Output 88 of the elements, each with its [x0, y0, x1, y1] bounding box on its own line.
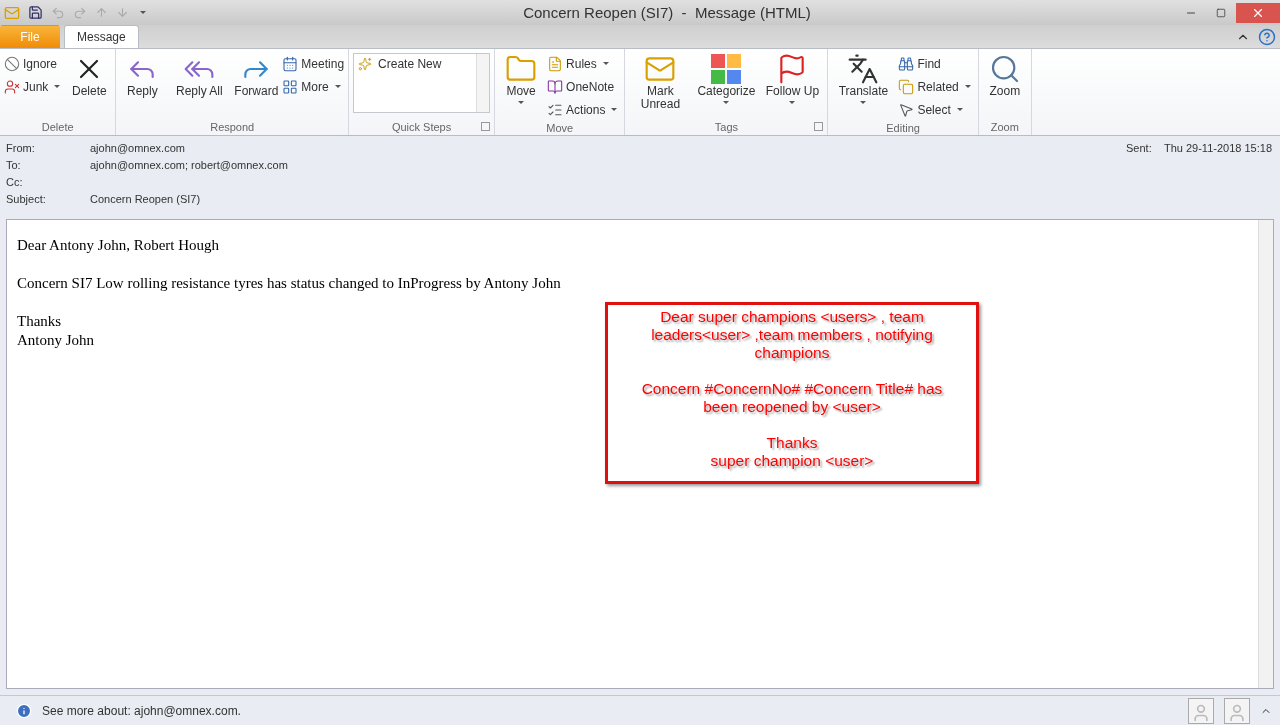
ribbon-button[interactable]: Reply All: [168, 53, 231, 119]
caret-icon: [860, 101, 867, 104]
ribbon-button[interactable]: Forward: [234, 53, 279, 119]
field-label: To:: [6, 159, 22, 173]
field-value: ajohn@omnex.com; robert@omnex.com: [90, 159, 289, 173]
restore-icon: [1216, 7, 1226, 18]
field-value: Concern Reopen (SI7): [90, 193, 202, 207]
body-text: Thanks: [17, 312, 62, 331]
save-icon[interactable]: [28, 5, 43, 20]
translate-icon: [847, 53, 880, 85]
ribbon-button[interactable]: Mark Unread: [629, 53, 692, 119]
ribbon-button[interactable]: Zoom: [982, 53, 1027, 119]
user-remove-icon: [4, 78, 20, 95]
ribbon-button[interactable]: Related: [898, 76, 974, 97]
annotation-text: Concern #ConcernNo# #Concern Title# has been reopened by <user>: [640, 380, 944, 416]
ignore-icon: [4, 55, 20, 72]
ribbon-button[interactable]: Ignore: [4, 53, 64, 74]
caret-icon: [956, 108, 963, 111]
down-arrow-icon[interactable]: [116, 6, 129, 19]
body-text: Concern SI7 Low rolling resistance tyres has status changed to InProgress by Antony John: [17, 274, 561, 293]
scrollbar[interactable]: [476, 54, 490, 112]
window-title: Concern Reopen (SI7) - Message (HTML): [522, 4, 812, 21]
color-squares-icon: [710, 53, 743, 85]
dialog-launcher-icon[interactable]: [481, 122, 491, 131]
ribbon-button[interactable]: Translate: [832, 53, 895, 120]
ribbon-button[interactable]: Delete: [67, 53, 112, 119]
help-icon[interactable]: [1258, 28, 1276, 46]
info-icon: [16, 702, 32, 719]
calendar-icon: [282, 55, 299, 72]
sparkle-icon: [358, 57, 373, 71]
group-label: Move: [546, 121, 574, 134]
ribbon-button[interactable]: OneNote: [547, 76, 621, 97]
caret-icon: [140, 11, 146, 14]
caret-icon: [723, 101, 730, 104]
caret-icon: [602, 62, 609, 65]
scrollbar[interactable]: [1258, 220, 1273, 688]
caret-icon: [611, 108, 618, 111]
ribbon-button[interactable]: Find: [898, 53, 974, 74]
body-text: Antony John: [17, 331, 95, 350]
ribbon-tab[interactable]: Message: [64, 25, 139, 48]
ribbon-button[interactable]: Rules: [547, 53, 621, 74]
notebook-icon: [547, 78, 564, 95]
redo-icon[interactable]: [73, 5, 87, 20]
ribbon-button[interactable]: More: [282, 76, 345, 97]
undo-icon[interactable]: [51, 5, 65, 20]
sent-date: Sent: Thu 29-11-2018 15:18: [1126, 142, 1272, 156]
ribbon-button[interactable]: Follow Up: [761, 53, 824, 119]
caret-icon: [789, 101, 796, 104]
gallery-item[interactable]: Create New: [354, 54, 477, 74]
ribbon-button[interactable]: Select: [898, 99, 974, 120]
annotation-text: Dear super champions <users> , team leaders<user> ,team members , notifying champions: [650, 308, 934, 362]
group-label: Quick Steps: [391, 121, 452, 133]
group-label: Respond: [210, 121, 255, 133]
ribbon-button[interactable]: Reply: [120, 53, 165, 119]
field-label: From:: [6, 142, 36, 156]
pointer-icon: [898, 101, 915, 118]
status-text: See more about: ajohn@omnex.com.: [42, 703, 241, 718]
field-value: ajohn@omnex.com: [90, 142, 186, 156]
body-text: Dear Antony John, Robert Hough: [17, 236, 220, 255]
close-button[interactable]: [1236, 2, 1280, 23]
field-label: Cc:: [6, 176, 24, 190]
caret-icon: [518, 101, 525, 104]
rules-document-icon: [547, 55, 564, 72]
caret-icon: [334, 85, 341, 88]
binoculars-icon: [898, 55, 915, 72]
group-label: Editing: [886, 121, 920, 134]
copy-pages-icon: [898, 78, 915, 95]
group-label: Zoom: [990, 121, 1019, 133]
annotation-text: super champion <user>: [709, 452, 875, 470]
caret-icon: [54, 85, 61, 88]
dialog-launcher-icon[interactable]: [814, 122, 824, 131]
avatar-frame[interactable]: [1224, 697, 1250, 724]
ribbon-button[interactable]: Meeting: [282, 53, 345, 74]
up-arrow-icon[interactable]: [95, 6, 108, 19]
ribbon-button[interactable]: Move: [499, 53, 544, 120]
group-label: Delete: [41, 121, 74, 133]
person-silhouette-icon: [1227, 702, 1247, 723]
group-label: Tags: [714, 121, 739, 133]
ribbon-button[interactable]: Actions: [547, 99, 621, 120]
grid-icon: [282, 78, 299, 95]
ribbon-button[interactable]: Categorize: [695, 53, 758, 119]
annotation-text: Thanks: [765, 434, 819, 452]
caret-icon: [964, 85, 971, 88]
ribbon-button[interactable]: Junk: [4, 76, 64, 97]
envelope-icon[interactable]: [4, 4, 20, 21]
person-silhouette-icon: [1191, 702, 1211, 723]
field-label: Subject:: [6, 193, 47, 207]
avatar-frame[interactable]: [1188, 697, 1214, 724]
